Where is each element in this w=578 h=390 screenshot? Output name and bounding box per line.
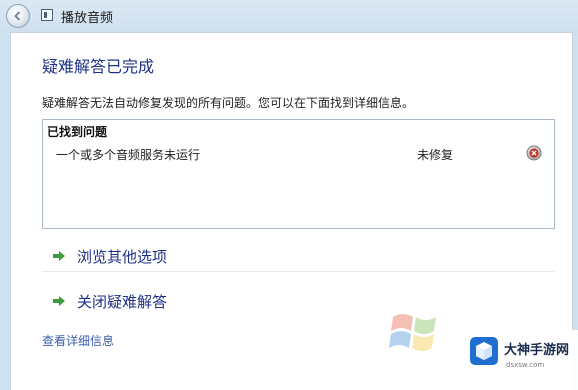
site-url: dsxsw.com bbox=[506, 361, 545, 369]
green-arrow-icon bbox=[53, 251, 65, 261]
close-troubleshooter-label: 关闭疑难解答 bbox=[77, 293, 168, 311]
site-watermark: 大神手游网 dsxsw.com bbox=[462, 330, 578, 390]
browse-other-options-label: 浏览其他选项 bbox=[77, 248, 168, 266]
cube-logo-icon bbox=[470, 337, 498, 365]
page-description: 疑难解答无法自动修复发现的所有问题。您可以在下面找到详细信息。 bbox=[42, 96, 415, 110]
problems-found-box: 已找到问题 一个或多个音频服务未运行 未修复 bbox=[42, 119, 555, 229]
title-bar: 播放音频 bbox=[0, 0, 578, 32]
problems-header: 已找到问题 bbox=[47, 125, 108, 139]
green-arrow-icon bbox=[53, 296, 65, 306]
browse-other-options-link[interactable]: 浏览其他选项 bbox=[42, 238, 555, 272]
problem-row[interactable]: 一个或多个音频服务未运行 未修复 bbox=[43, 144, 554, 164]
page-heading: 疑难解答已完成 bbox=[42, 57, 155, 76]
error-icon bbox=[526, 145, 542, 161]
view-details-link[interactable]: 查看详细信息 bbox=[42, 332, 114, 349]
window-title: 播放音频 bbox=[61, 11, 114, 26]
close-troubleshooter-link[interactable]: 关闭疑难解答 bbox=[42, 283, 555, 317]
problem-status: 未修复 bbox=[417, 148, 454, 162]
problem-name: 一个或多个音频服务未运行 bbox=[56, 148, 201, 162]
site-name: 大神手游网 bbox=[504, 343, 570, 358]
back-arrow-icon bbox=[14, 11, 21, 21]
troubleshooter-window: 播放音频 疑难解答已完成 疑难解答无法自动修复发现的所有问题。您可以在下面找到详… bbox=[0, 0, 578, 390]
audio-troubleshooter-icon bbox=[41, 9, 53, 21]
back-button[interactable] bbox=[6, 4, 30, 28]
windows-logo-watermark bbox=[389, 314, 436, 351]
